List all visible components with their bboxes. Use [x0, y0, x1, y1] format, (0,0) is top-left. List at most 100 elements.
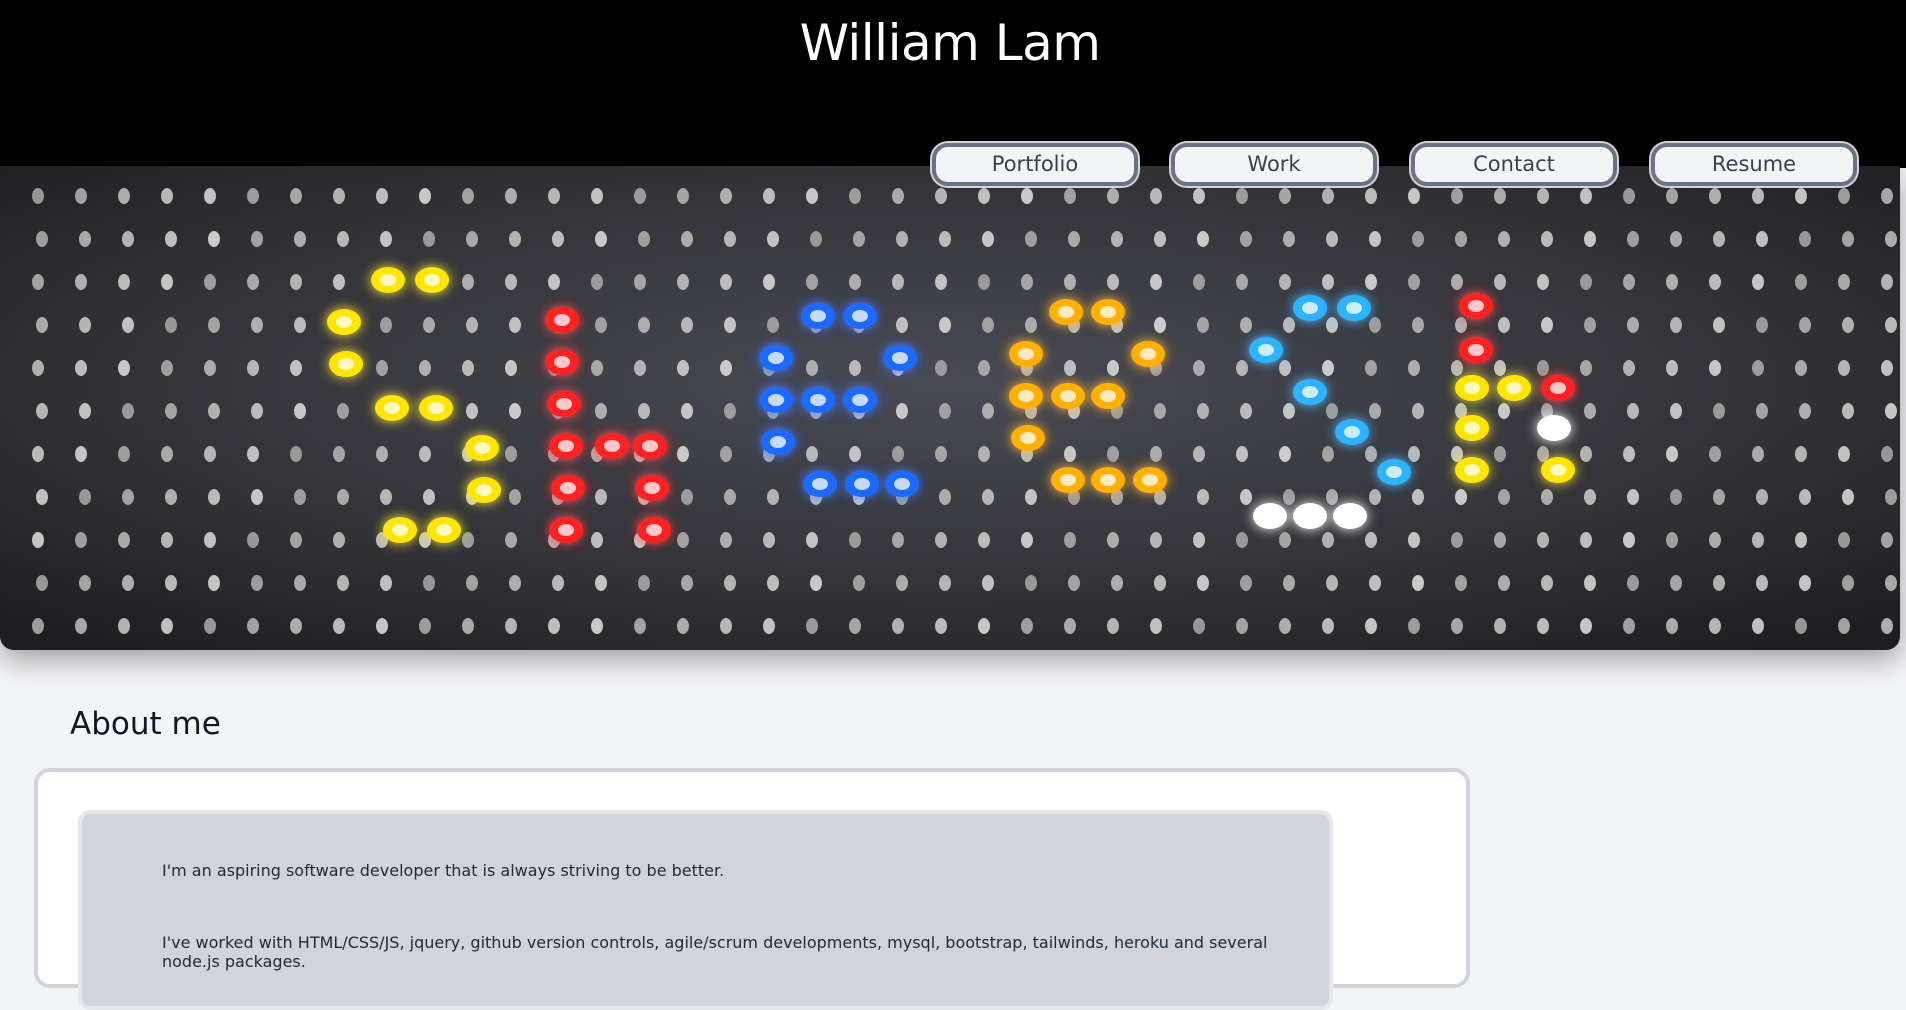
- peg-hole: [204, 532, 216, 548]
- peg-hole: [165, 575, 177, 591]
- peg-hole: [1537, 360, 1549, 376]
- peg-hole: [1580, 188, 1592, 204]
- led-highlight: [558, 440, 574, 452]
- peg-hole: [720, 188, 732, 204]
- peg-hole: [1709, 532, 1721, 548]
- peg-hole: [165, 231, 177, 247]
- peg-hole: [32, 188, 44, 204]
- led-highlight: [1302, 302, 1318, 314]
- peg-hole: [1025, 317, 1037, 333]
- peg-hole: [1713, 489, 1725, 505]
- nav-portfolio-button[interactable]: Portfolio: [932, 143, 1138, 186]
- peg-hole: [1154, 575, 1166, 591]
- peg-hole: [1451, 532, 1463, 548]
- peg-hole: [1150, 446, 1162, 462]
- peg-hole: [982, 489, 994, 505]
- peg-hole: [724, 403, 736, 419]
- peg-hole: [1240, 575, 1252, 591]
- peg-hole: [1236, 360, 1248, 376]
- peg-hole: [1236, 618, 1248, 634]
- peg-hole: [1365, 188, 1377, 204]
- peg-hole: [1283, 403, 1295, 419]
- peg-hole: [1537, 446, 1549, 462]
- peg-hole: [1580, 618, 1592, 634]
- peg-hole: [419, 360, 431, 376]
- peg-hole: [118, 618, 130, 634]
- peg-hole: [1107, 188, 1119, 204]
- peg-hole: [720, 360, 732, 376]
- peg-hole: [1494, 532, 1506, 548]
- peg-hole: [806, 618, 818, 634]
- peg-hole: [423, 231, 435, 247]
- peg-hole: [208, 317, 220, 333]
- peg-hole: [591, 188, 603, 204]
- peg-hole: [1666, 360, 1678, 376]
- peg-hole: [849, 274, 861, 290]
- nav-work-button[interactable]: Work: [1171, 143, 1377, 186]
- peg-hole: [1838, 360, 1850, 376]
- peg-hole: [333, 274, 345, 290]
- peg-hole: [251, 317, 263, 333]
- led-highlight: [810, 394, 826, 406]
- peg-hole: [724, 489, 736, 505]
- peg-hole: [1881, 446, 1893, 462]
- peg-hole: [896, 575, 908, 591]
- peg-hole: [1279, 360, 1291, 376]
- peg-hole: [1283, 489, 1295, 505]
- peg-hole: [1752, 360, 1764, 376]
- peg-hole: [290, 532, 302, 548]
- led-highlight: [1302, 510, 1318, 522]
- peg-hole: [810, 575, 822, 591]
- peg-hole: [1322, 360, 1334, 376]
- peg-hole: [1451, 446, 1463, 462]
- peg-hole: [1627, 575, 1639, 591]
- peg-hole: [32, 618, 44, 634]
- peg-hole: [1326, 403, 1338, 419]
- peg-hole: [118, 360, 130, 376]
- peg-hole: [720, 618, 732, 634]
- peg-hole: [1236, 446, 1248, 462]
- peg-hole: [505, 532, 517, 548]
- peg-hole: [1752, 274, 1764, 290]
- peg-hole: [462, 274, 474, 290]
- peg-hole: [892, 532, 904, 548]
- peg-hole: [1838, 274, 1850, 290]
- peg-hole: [681, 575, 693, 591]
- peg-hole: [36, 489, 48, 505]
- peg-hole: [1623, 618, 1635, 634]
- peg-hole: [165, 489, 177, 505]
- peg-hole: [982, 317, 994, 333]
- led-highlight: [1262, 510, 1278, 522]
- peg-hole: [1365, 274, 1377, 290]
- peg-hole: [892, 446, 904, 462]
- peg-hole: [118, 188, 130, 204]
- peg-hole: [1197, 489, 1209, 505]
- peg-hole: [204, 446, 216, 462]
- peg-hole: [1150, 274, 1162, 290]
- led-highlight: [1100, 390, 1116, 402]
- nav-resume-button[interactable]: Resume: [1651, 143, 1857, 186]
- peg-hole: [247, 446, 259, 462]
- peg-hole: [290, 188, 302, 204]
- peg-hole: [1799, 403, 1811, 419]
- peg-hole: [75, 188, 87, 204]
- peg-hole: [333, 618, 345, 634]
- peg-hole: [1795, 618, 1807, 634]
- led-highlight: [1506, 382, 1522, 394]
- peg-hole: [1670, 403, 1682, 419]
- peg-hole: [1799, 317, 1811, 333]
- peg-hole: [1756, 403, 1768, 419]
- peg-hole: [79, 575, 91, 591]
- peg-hole: [1623, 532, 1635, 548]
- led-highlight: [380, 274, 396, 286]
- peg-hole: [466, 231, 478, 247]
- nav-contact-button[interactable]: Contact: [1411, 143, 1617, 186]
- peg-hole: [204, 188, 216, 204]
- peg-hole: [1107, 618, 1119, 634]
- peg-hole: [1541, 231, 1553, 247]
- peg-hole: [1627, 317, 1639, 333]
- peg-hole: [1111, 231, 1123, 247]
- peg-hole: [79, 317, 91, 333]
- peg-hole: [634, 360, 646, 376]
- peg-hole: [724, 231, 736, 247]
